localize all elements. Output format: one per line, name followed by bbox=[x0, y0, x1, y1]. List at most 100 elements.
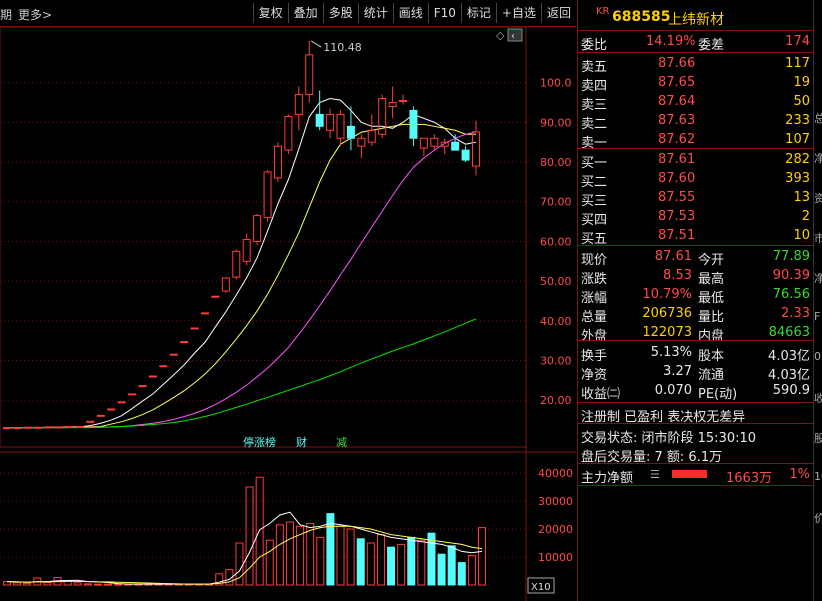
edge-label: 资 bbox=[814, 192, 822, 205]
candle[interactable] bbox=[472, 120, 480, 176]
candle[interactable] bbox=[138, 385, 147, 388]
kline-chart[interactable]: 100.0 90.00 80.00 70.00 60.00 50.00 40.00 30.00… bbox=[0, 27, 576, 601]
candle[interactable] bbox=[180, 340, 189, 343]
volume-bar[interactable] bbox=[265, 539, 274, 586]
candle[interactable] bbox=[23, 426, 32, 429]
candle[interactable] bbox=[148, 375, 157, 378]
candle[interactable] bbox=[44, 426, 53, 429]
candle[interactable] bbox=[451, 134, 460, 151]
volume-bar[interactable] bbox=[43, 581, 52, 586]
candle[interactable] bbox=[357, 134, 366, 159]
volume-bar[interactable] bbox=[336, 525, 345, 586]
stock-title-row: KR 688585 上纬新材 bbox=[578, 4, 814, 30]
candle[interactable] bbox=[65, 425, 74, 428]
candle[interactable] bbox=[419, 137, 428, 157]
tags-row: 注册制 已盈利 表决权无差异 bbox=[581, 410, 746, 425]
settings-icon[interactable]: ◇ bbox=[496, 29, 505, 42]
candle[interactable] bbox=[367, 114, 376, 147]
candle[interactable] bbox=[96, 414, 105, 417]
candle[interactable] bbox=[294, 86, 303, 131]
toolbar-btn-7[interactable]: +自选 bbox=[495, 3, 541, 23]
volume-bar[interactable] bbox=[83, 583, 92, 586]
volume-bar[interactable] bbox=[447, 545, 456, 586]
candle[interactable] bbox=[399, 94, 408, 105]
toolbar-btn-5[interactable]: F10 bbox=[427, 3, 461, 23]
volume-bar[interactable] bbox=[417, 539, 426, 586]
volume-bar[interactable] bbox=[457, 562, 466, 586]
volume-bar[interactable] bbox=[437, 553, 446, 586]
volume-bar[interactable] bbox=[397, 543, 406, 586]
candle[interactable] bbox=[3, 427, 11, 430]
candle[interactable] bbox=[336, 110, 345, 147]
volume-bar[interactable] bbox=[376, 534, 385, 586]
limit-up-badge[interactable]: 停涨榜 bbox=[243, 435, 276, 449]
candle[interactable] bbox=[461, 146, 470, 163]
bid-row: 买一 87.61 282 bbox=[581, 152, 810, 171]
toolbar-btn-3[interactable]: 统计 bbox=[357, 3, 393, 23]
period-label[interactable]: 期 bbox=[0, 6, 12, 23]
candle[interactable] bbox=[232, 249, 241, 280]
toolbar-btn-6[interactable]: 标记 bbox=[460, 3, 496, 23]
candle[interactable] bbox=[409, 106, 418, 147]
candle[interactable] bbox=[440, 138, 449, 155]
bid-row: 买四 87.53 2 bbox=[581, 209, 810, 228]
volume-bar[interactable] bbox=[356, 538, 365, 586]
volume-bar[interactable] bbox=[316, 536, 325, 586]
ask-row: 卖五 87.66 117 bbox=[581, 56, 810, 75]
volume-bar[interactable] bbox=[93, 583, 102, 586]
candle[interactable] bbox=[253, 213, 262, 246]
candle[interactable] bbox=[169, 353, 178, 356]
volume-bar[interactable] bbox=[467, 555, 476, 586]
financial-badge[interactable]: 财 bbox=[296, 435, 307, 449]
candle[interactable] bbox=[55, 426, 64, 429]
more-menu[interactable]: 更多> bbox=[18, 6, 52, 23]
volume-tick-label: 10000 bbox=[538, 551, 573, 564]
order-ratio-row: 委比 14.19% 委差 174 bbox=[581, 34, 810, 53]
candle[interactable] bbox=[430, 134, 439, 151]
volume-bar[interactable] bbox=[478, 527, 486, 586]
candle[interactable] bbox=[201, 312, 210, 315]
volume-bar[interactable] bbox=[255, 476, 264, 586]
ask-row: 卖三 87.64 50 bbox=[581, 94, 810, 113]
list-icon[interactable]: ☰ bbox=[650, 468, 660, 481]
volume-bar[interactable] bbox=[407, 536, 416, 586]
candle[interactable] bbox=[190, 327, 199, 330]
volume-bar[interactable] bbox=[104, 583, 113, 586]
candle[interactable] bbox=[86, 420, 95, 423]
volume-bar[interactable] bbox=[114, 583, 123, 586]
candle[interactable] bbox=[284, 114, 293, 155]
trade-status-row: 交易状态: 闭市阶段 15:30:10 bbox=[581, 431, 757, 446]
candle[interactable] bbox=[128, 393, 137, 396]
candle[interactable] bbox=[75, 425, 84, 428]
candle[interactable] bbox=[159, 365, 168, 368]
volume-bar[interactable] bbox=[306, 522, 315, 586]
volume-bar[interactable] bbox=[275, 524, 284, 586]
reduce-badge[interactable]: 减 bbox=[336, 436, 347, 449]
candle[interactable] bbox=[107, 408, 116, 411]
candle[interactable] bbox=[13, 427, 22, 430]
candle[interactable] bbox=[315, 90, 324, 131]
volume-bar[interactable] bbox=[23, 582, 32, 586]
toolbar-btn-8[interactable]: 返回 bbox=[540, 3, 576, 23]
volume-bar[interactable] bbox=[13, 582, 22, 586]
candle[interactable] bbox=[326, 108, 335, 139]
toolbar-btn-1[interactable]: 叠加 bbox=[287, 3, 323, 23]
candle[interactable] bbox=[34, 426, 43, 429]
volume-bar[interactable] bbox=[73, 582, 82, 586]
toolbar-btn-4[interactable]: 画线 bbox=[392, 3, 428, 23]
toolbar-btn-2[interactable]: 多股 bbox=[322, 3, 358, 23]
candle[interactable] bbox=[305, 41, 314, 103]
stat-row: 总量 206736 量比 2.33 bbox=[581, 306, 810, 325]
volume-bar[interactable] bbox=[387, 546, 396, 586]
toolbar-btn-0[interactable]: 复权 bbox=[252, 3, 288, 23]
ask-row: 卖二 87.63 233 bbox=[581, 113, 810, 132]
candle[interactable] bbox=[211, 295, 220, 298]
volume-bar[interactable] bbox=[285, 521, 294, 586]
candle[interactable] bbox=[263, 169, 272, 222]
volume-bar[interactable] bbox=[366, 542, 375, 586]
candle[interactable] bbox=[221, 277, 230, 294]
candle[interactable] bbox=[242, 233, 251, 266]
candle[interactable] bbox=[388, 86, 397, 119]
candle[interactable] bbox=[117, 401, 126, 404]
candle[interactable] bbox=[378, 94, 387, 139]
